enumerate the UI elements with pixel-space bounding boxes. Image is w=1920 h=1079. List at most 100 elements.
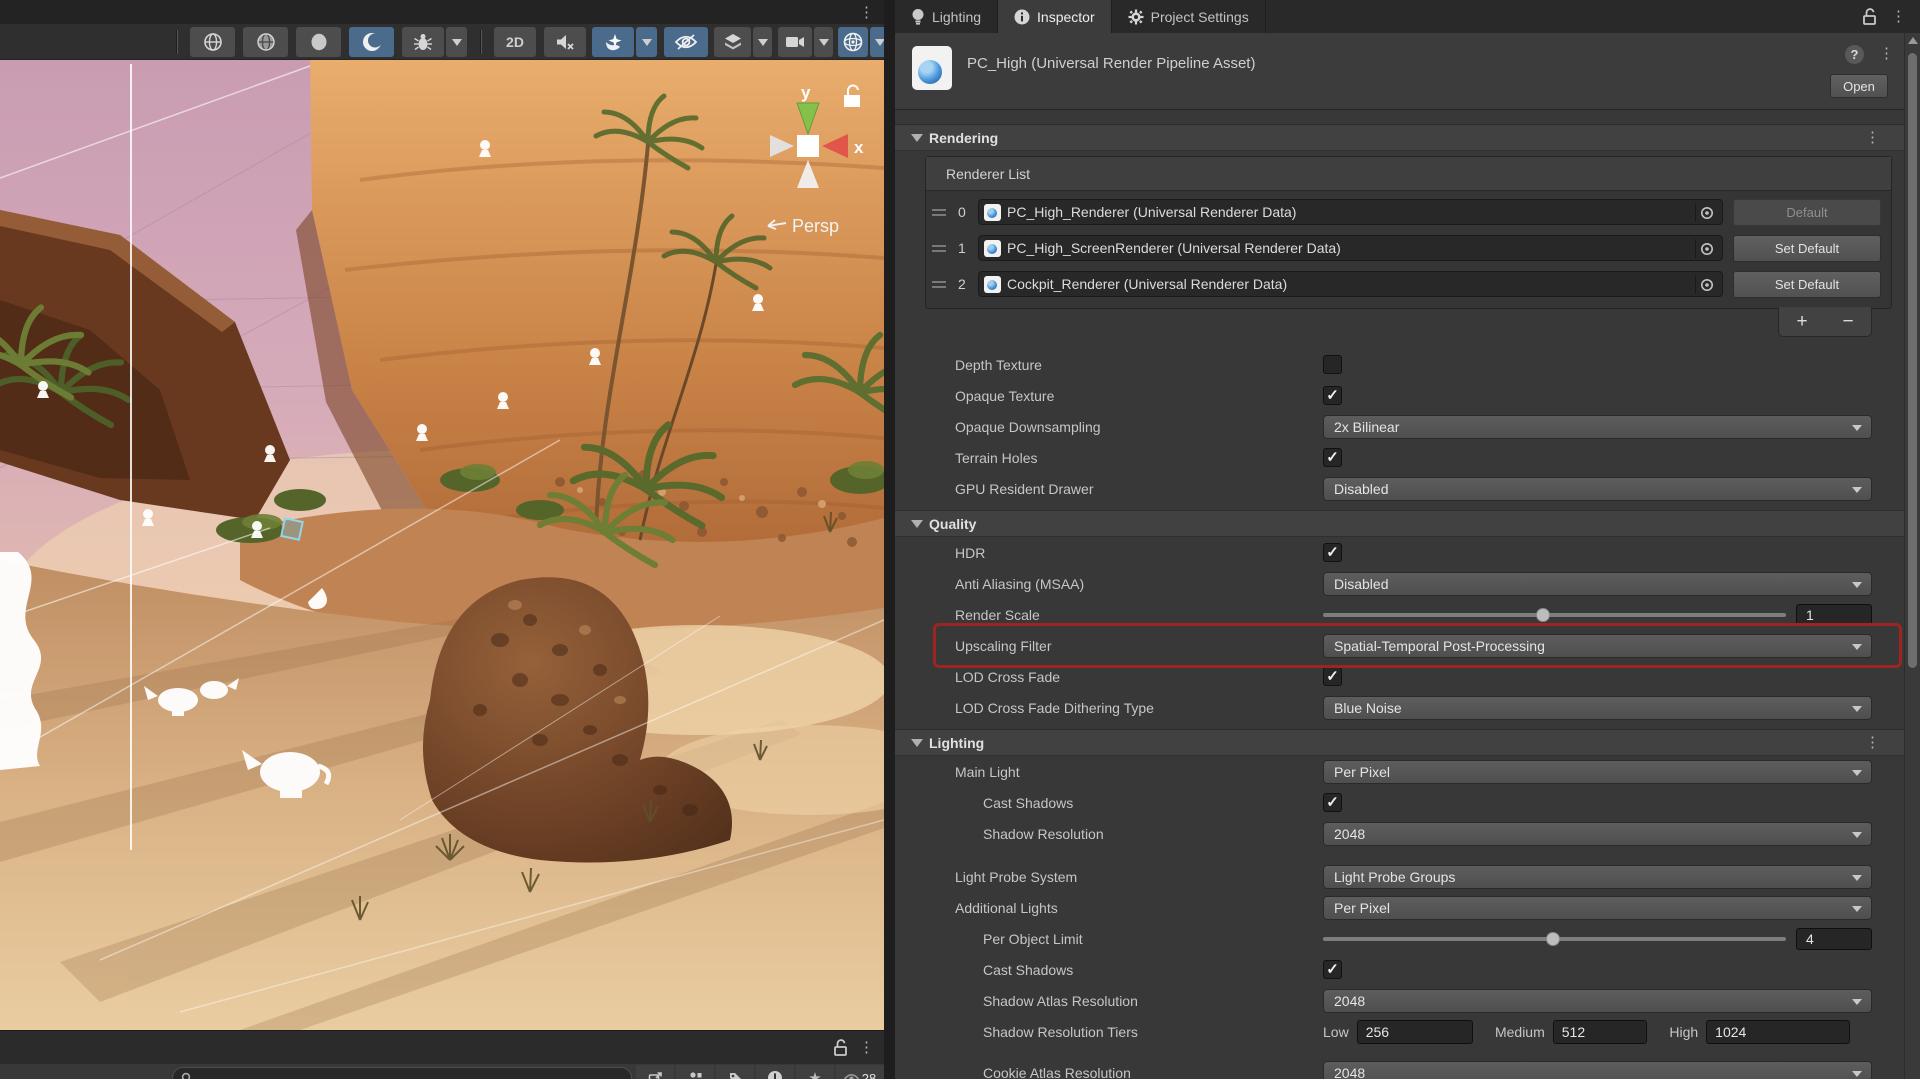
cast-shadows-checkbox[interactable]: ✓ bbox=[1323, 960, 1342, 979]
header-kebab-icon[interactable] bbox=[1879, 46, 1894, 61]
chevron-down-icon bbox=[1852, 906, 1862, 912]
scene-toolbar-chevron-down-dropdown[interactable] bbox=[753, 27, 772, 57]
effects-sparkle-icon bbox=[603, 32, 623, 52]
search-field[interactable] bbox=[172, 1067, 632, 1079]
unlock-icon[interactable] bbox=[1862, 8, 1877, 25]
prefab-person-icon[interactable] bbox=[676, 1065, 714, 1079]
upscaling-filter-dropdown[interactable]: Spatial-Temporal Post-Processing bbox=[1323, 634, 1872, 658]
renderer-list-row: 0PC_High_Renderer (Universal Renderer Da… bbox=[926, 194, 1891, 230]
panel-unlock-icon[interactable] bbox=[833, 1039, 848, 1056]
scrollbar[interactable] bbox=[1904, 33, 1920, 1079]
scene-3d-viewport[interactable]: y x Persp bbox=[0, 60, 884, 1030]
section-kebab-icon[interactable] bbox=[1865, 130, 1880, 145]
terrain-holes-checkbox[interactable]: ✓ bbox=[1323, 448, 1342, 467]
add-renderer-button[interactable]: + bbox=[1779, 307, 1825, 336]
2d-button-label: 2D bbox=[506, 34, 524, 50]
object-picker-icon[interactable] bbox=[1695, 203, 1717, 222]
foldout-open-icon[interactable] bbox=[911, 739, 923, 747]
search-input[interactable] bbox=[193, 1071, 593, 1079]
box-arrow-icon[interactable] bbox=[636, 1065, 674, 1079]
scene-toolbar-audio-muted-button[interactable] bbox=[544, 27, 586, 57]
tab-lighting[interactable]: Lighting bbox=[895, 0, 998, 33]
section-header-rendering[interactable]: Rendering bbox=[895, 124, 1904, 151]
foldout-open-icon[interactable] bbox=[911, 134, 923, 142]
scene-toolbar-chevron-down-dropdown[interactable] bbox=[814, 27, 833, 57]
help-icon[interactable]: ? bbox=[1845, 45, 1864, 64]
per-object-limit-value-field[interactable]: 4 bbox=[1796, 928, 1872, 950]
low-tier-field[interactable]: 256 bbox=[1357, 1020, 1473, 1044]
scrollbar-thumb[interactable] bbox=[1908, 53, 1917, 668]
shadow-resolution-dropdown[interactable]: 2048 bbox=[1323, 822, 1872, 846]
per-object-limit-slider[interactable] bbox=[1323, 937, 1786, 941]
render-scale-value-field[interactable]: 1 bbox=[1796, 604, 1872, 626]
section-header-lighting[interactable]: Lighting bbox=[895, 729, 1904, 756]
visibility-count[interactable]: 28 bbox=[836, 1065, 884, 1079]
scene-toolbar-camera-button[interactable] bbox=[778, 27, 812, 57]
star-icon[interactable]: ★ bbox=[796, 1065, 834, 1079]
high-tier-field[interactable]: 1024 bbox=[1706, 1020, 1850, 1044]
tag-icon[interactable] bbox=[716, 1065, 754, 1079]
slider-handle[interactable] bbox=[1536, 608, 1550, 622]
foldout-open-icon[interactable] bbox=[911, 520, 923, 528]
drag-handle-icon[interactable] bbox=[932, 281, 946, 288]
opaque-downsampling-dropdown[interactable]: 2x Bilinear bbox=[1323, 415, 1872, 439]
renderer-object-field[interactable]: PC_High_ScreenRenderer (Universal Render… bbox=[978, 235, 1723, 261]
cookie-atlas-resolution-dropdown[interactable]: 2048 bbox=[1323, 1061, 1872, 1079]
section-kebab-icon[interactable] bbox=[1865, 735, 1880, 750]
object-picker-icon[interactable] bbox=[1695, 239, 1717, 258]
depth-texture-checkbox[interactable] bbox=[1323, 355, 1342, 374]
scene-toolbar-hidden-eye-button[interactable] bbox=[664, 27, 708, 57]
drag-handle-icon[interactable] bbox=[932, 245, 946, 252]
chevron-down-icon bbox=[758, 39, 768, 46]
slider-handle[interactable] bbox=[1546, 932, 1560, 946]
property-label: Light Probe System bbox=[955, 869, 1077, 885]
window-menu-kebab-icon[interactable] bbox=[1891, 9, 1906, 24]
lod-cross-fade-dithering-type-dropdown[interactable]: Blue Noise bbox=[1323, 696, 1872, 720]
scene-toolbar-gizmo-globe-button[interactable] bbox=[838, 27, 868, 57]
scene-toolbar-wireframe-globe-button[interactable] bbox=[190, 27, 235, 57]
gpu-resident-drawer-dropdown[interactable]: Disabled bbox=[1323, 477, 1872, 501]
dropdown-value: Per Pixel bbox=[1334, 900, 1390, 916]
render-scale-slider[interactable] bbox=[1323, 613, 1786, 617]
anti-aliasing-msaa-dropdown[interactable]: Disabled bbox=[1323, 572, 1872, 596]
scene-toolbar-debug-bug-button[interactable] bbox=[402, 27, 444, 57]
lod-cross-fade-checkbox[interactable]: ✓ bbox=[1323, 667, 1342, 686]
scene-toolbar-chevron-down-dropdown[interactable] bbox=[636, 27, 657, 57]
light-probe-system-dropdown[interactable]: Light Probe Groups bbox=[1323, 865, 1872, 889]
renderer-object-field[interactable]: PC_High_Renderer (Universal Renderer Dat… bbox=[978, 199, 1723, 225]
medium-tier-field[interactable]: 512 bbox=[1553, 1020, 1648, 1044]
scene-toolbar-chevron-down-dropdown[interactable] bbox=[446, 27, 467, 57]
row-cast-shadows: Cast Shadows✓ bbox=[895, 787, 1904, 818]
section-header-quality[interactable]: Quality bbox=[895, 510, 1904, 537]
scene-toolbar-layers-button[interactable] bbox=[714, 27, 751, 57]
additional-lights-dropdown[interactable]: Per Pixel bbox=[1323, 896, 1872, 920]
scene-toolbar-effects-sparkle-button[interactable] bbox=[592, 27, 634, 57]
exclamation-icon[interactable] bbox=[756, 1065, 794, 1079]
scene-toolbar-shaded-sphere-button[interactable] bbox=[296, 27, 341, 57]
shadow-atlas-resolution-dropdown[interactable]: 2048 bbox=[1323, 989, 1872, 1013]
scene-toolbar-crescent-shading-button[interactable] bbox=[349, 27, 394, 57]
object-picker-icon[interactable] bbox=[1695, 275, 1717, 294]
row-cookie-atlas-resolution: Cookie Atlas Resolution2048 bbox=[895, 1057, 1904, 1079]
panel-menu-kebab-icon[interactable] bbox=[859, 1040, 874, 1055]
set-default-button[interactable]: Set Default bbox=[1733, 235, 1881, 262]
open-button[interactable]: Open bbox=[1830, 74, 1888, 98]
scene-toolbar-2d-button[interactable]: 2D bbox=[494, 27, 536, 57]
cast-shadows-checkbox[interactable]: ✓ bbox=[1323, 793, 1342, 812]
renderer-object-field[interactable]: Cockpit_Renderer (Universal Renderer Dat… bbox=[978, 271, 1723, 297]
renderer-list-header[interactable]: Renderer List bbox=[926, 157, 1891, 191]
tab-inspector[interactable]: Inspector bbox=[998, 0, 1112, 33]
hdr-checkbox[interactable]: ✓ bbox=[1323, 543, 1342, 562]
dropdown-value: Disabled bbox=[1334, 481, 1388, 497]
chevron-down-icon bbox=[875, 39, 885, 46]
main-light-dropdown[interactable]: Per Pixel bbox=[1323, 760, 1872, 784]
tab-project-settings[interactable]: Project Settings bbox=[1112, 0, 1266, 33]
opaque-texture-checkbox[interactable]: ✓ bbox=[1323, 386, 1342, 405]
scene-menu-kebab-icon[interactable] bbox=[859, 5, 874, 20]
set-default-button[interactable]: Set Default bbox=[1733, 271, 1881, 298]
scroll-up-arrow-icon[interactable] bbox=[1908, 37, 1918, 44]
drag-handle-icon[interactable] bbox=[932, 209, 946, 216]
remove-renderer-button[interactable]: − bbox=[1825, 307, 1871, 336]
scene-toolbar-shaded-wireframe-globe-button[interactable] bbox=[243, 27, 288, 57]
scene-toolbar-chevron-down-dropdown[interactable] bbox=[870, 27, 884, 57]
